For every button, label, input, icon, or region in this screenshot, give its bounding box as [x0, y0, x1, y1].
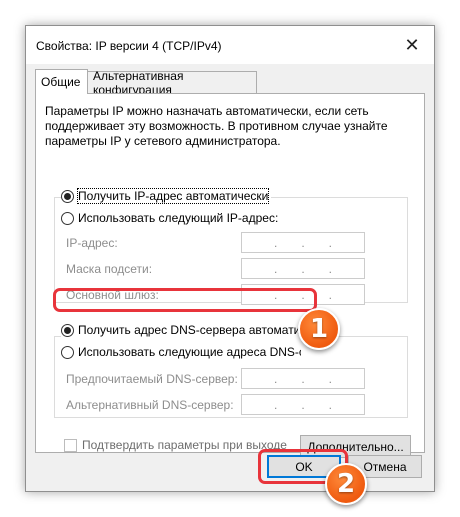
dialog-window: Свойства: IP версии 4 (TCP/IPv4) ✕ Общие…: [25, 25, 435, 492]
ip-dot: .: [328, 235, 332, 250]
ip-dot: .: [328, 397, 332, 412]
validate-checkbox[interactable]: [64, 438, 77, 452]
advanced-button-label: Дополнительно...: [307, 439, 404, 454]
ip-manual-label: Использовать следующий IP-адрес:: [78, 211, 279, 225]
alternate-dns-input[interactable]: ...: [241, 394, 365, 415]
tab-alternate-config[interactable]: Альтернативная конфигурация: [87, 69, 257, 97]
general-tab-panel: Параметры IP можно назначать автоматичес…: [35, 93, 425, 458]
validate-checkbox-row[interactable]: Подтвердить параметры при выходе: [64, 438, 287, 452]
dns-manual-radio[interactable]: [61, 345, 74, 359]
description-text: Параметры IP можно назначать автоматичес…: [45, 104, 388, 148]
subnet-mask-label: Маска подсети:: [66, 262, 153, 276]
ip-dot: .: [301, 261, 305, 276]
gateway-label: Основной шлюз:: [66, 288, 159, 302]
dns-manual-radio-row[interactable]: Использовать следующие адреса DNS-сервер…: [61, 345, 301, 359]
ip-dot: .: [328, 287, 332, 302]
ip-dot: .: [301, 397, 305, 412]
ip-address-label: IP-адрес:: [66, 236, 118, 250]
dns-auto-radio-row[interactable]: Получить адрес DNS-сервера автоматически: [61, 323, 335, 337]
title-bar: Свойства: IP версии 4 (TCP/IPv4) ✕: [26, 26, 434, 64]
ip-auto-radio[interactable]: [61, 189, 74, 203]
ok-button-label: OK: [295, 459, 313, 474]
tab-general[interactable]: Общие: [35, 69, 88, 94]
ip-dot: .: [273, 371, 278, 386]
preferred-dns-label: Предпочитаемый DNS-сервер:: [66, 372, 238, 386]
close-icon[interactable]: ✕: [390, 26, 434, 64]
ip-dot: .: [273, 261, 278, 276]
alternate-dns-label: Альтернативный DNS-сервер:: [66, 398, 234, 412]
ip-dot: .: [328, 261, 332, 276]
dns-manual-label: Использовать следующие адреса DNS-сервер…: [78, 345, 301, 359]
ip-manual-radio[interactable]: [61, 211, 74, 225]
ip-auto-radio-row[interactable]: Получить IP-адрес автоматически: [61, 188, 272, 204]
subnet-mask-input[interactable]: ...: [241, 258, 365, 279]
step-1-badge: 1: [298, 308, 340, 350]
ip-dot: .: [301, 287, 305, 302]
ip-dot: .: [273, 235, 278, 250]
step-2-badge: 2: [325, 463, 367, 505]
cancel-button-label: Отмена: [363, 459, 407, 474]
ip-address-input[interactable]: ...: [241, 232, 365, 253]
ip-dot: .: [301, 235, 305, 250]
validate-label: Подтвердить параметры при выходе: [82, 438, 287, 452]
ip-dot: .: [273, 397, 278, 412]
gateway-input[interactable]: ...: [241, 284, 365, 305]
ip-manual-radio-row[interactable]: Использовать следующий IP-адрес:: [61, 211, 282, 225]
dns-auto-radio[interactable]: [61, 323, 74, 337]
ip-dot: .: [273, 287, 278, 302]
preferred-dns-input[interactable]: ...: [241, 368, 365, 389]
ip-dot: .: [328, 371, 332, 386]
ip-auto-label: Получить IP-адрес автоматически: [76, 188, 270, 204]
window-title: Свойства: IP версии 4 (TCP/IPv4): [36, 39, 222, 53]
ip-dot: .: [301, 371, 305, 386]
dns-auto-label: Получить адрес DNS-сервера автоматически: [78, 323, 332, 337]
tab-general-label: Общие: [41, 75, 81, 89]
